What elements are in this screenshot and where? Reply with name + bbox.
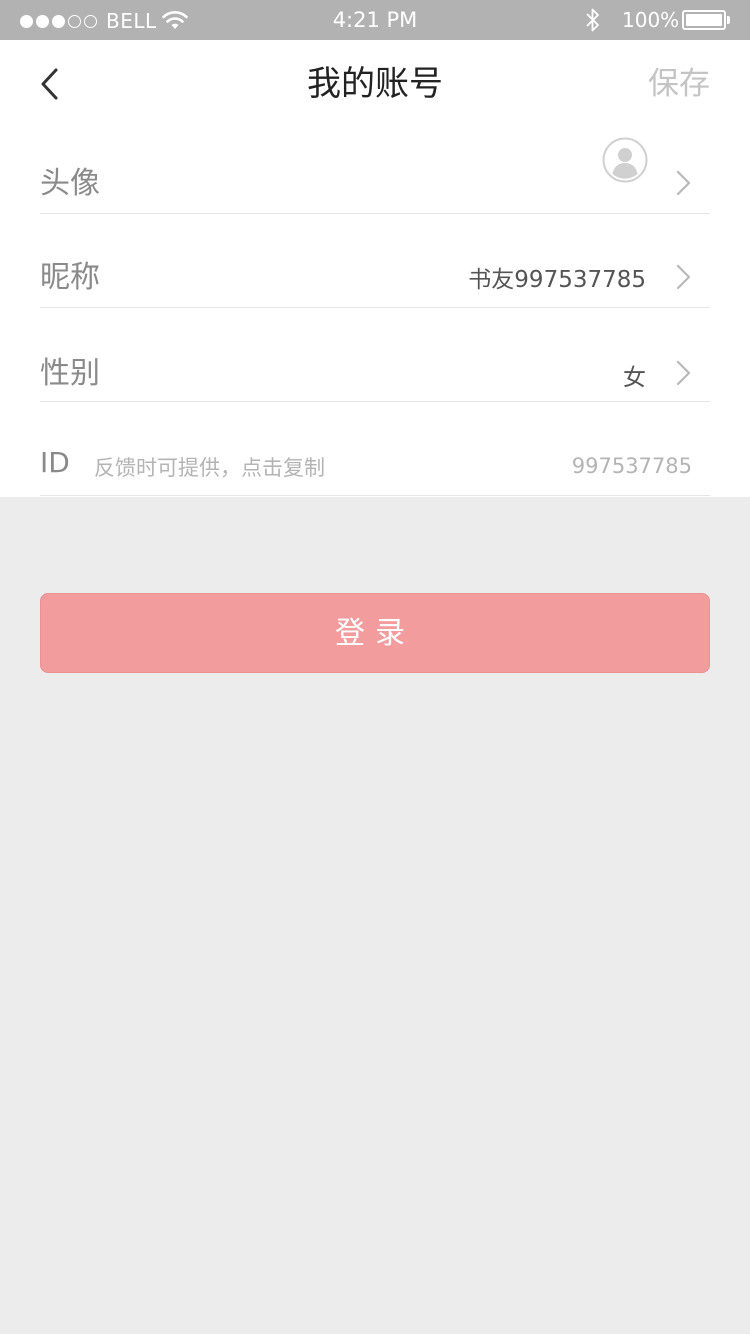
- id-hint: 反馈时可提供，点击复制: [94, 456, 325, 480]
- nickname-label: 昵称: [40, 260, 100, 295]
- nickname-value: 书友997537785: [468, 267, 646, 293]
- user-avatar-icon: [602, 137, 648, 183]
- battery-tip: [727, 16, 730, 24]
- nickname-row[interactable]: 昵称 书友997537785: [40, 214, 710, 308]
- chevron-right-icon: [676, 170, 691, 196]
- battery-icon: [682, 10, 726, 30]
- avatar-row[interactable]: 头像: [40, 120, 710, 214]
- bluetooth-icon: [586, 8, 599, 32]
- gender-label: 性别: [40, 356, 100, 391]
- save-button[interactable]: 保存: [648, 62, 710, 106]
- id-value: 997537785: [571, 454, 692, 478]
- status-bar: BELL 4:21 PM 100%: [0, 0, 750, 40]
- gender-value: 女: [623, 365, 646, 391]
- avatar-label: 头像: [40, 166, 100, 201]
- chevron-right-icon: [676, 360, 691, 386]
- id-row[interactable]: ID 反馈时可提供，点击复制 997537785: [40, 430, 710, 496]
- chevron-right-icon: [676, 264, 691, 290]
- page-title: 我的账号: [307, 64, 443, 104]
- gender-row[interactable]: 性别 女: [40, 308, 710, 402]
- battery-percent: 100%: [622, 8, 680, 32]
- login-button[interactable]: 登录: [40, 593, 710, 673]
- id-label: ID: [40, 446, 70, 479]
